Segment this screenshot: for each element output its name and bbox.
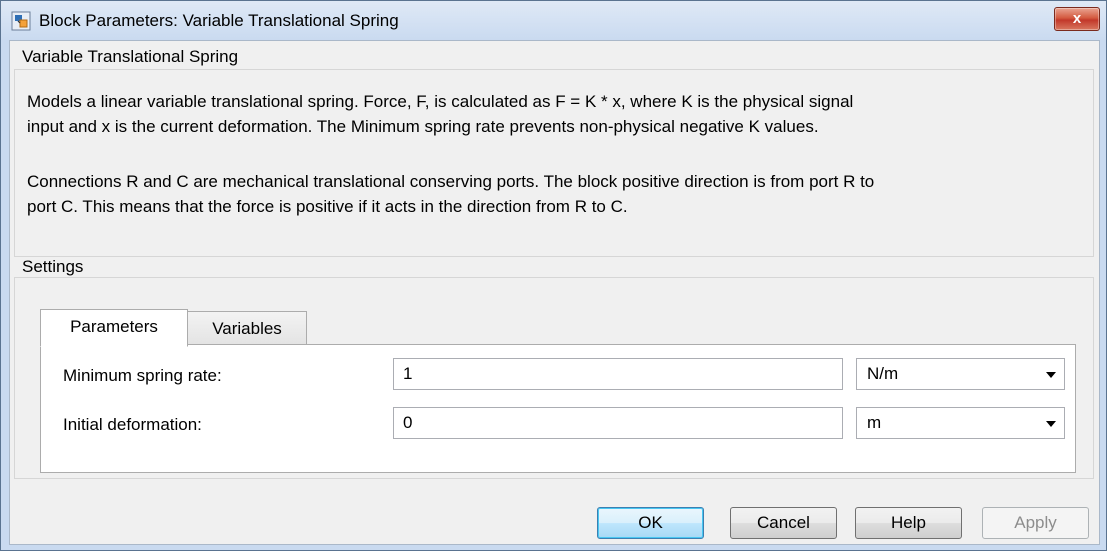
- minimum-spring-rate-unit: N/m: [867, 364, 899, 383]
- simulink-block-icon: [11, 11, 31, 31]
- initial-deformation-input[interactable]: 0: [393, 407, 843, 439]
- description-line-4: port C. This means that the force is pos…: [27, 197, 628, 216]
- minimum-spring-rate-input[interactable]: 1: [393, 358, 843, 390]
- tab-parameters-label: Parameters: [70, 317, 158, 336]
- minimum-spring-rate-unit-select[interactable]: N/m: [856, 358, 1065, 390]
- tab-variables-label: Variables: [212, 319, 282, 338]
- block-parameters-dialog: Block Parameters: Variable Translational…: [0, 0, 1107, 551]
- tab-parameters[interactable]: Parameters: [40, 309, 188, 347]
- help-button[interactable]: Help: [855, 507, 962, 539]
- apply-button[interactable]: Apply: [982, 507, 1089, 539]
- tab-variables[interactable]: Variables: [187, 311, 307, 347]
- chevron-down-icon: [1046, 372, 1056, 378]
- dialog-client-area: Variable Translational Spring Models a l…: [9, 40, 1100, 545]
- parameters-tab-panel: Minimum spring rate: 1 N/m Initial defor…: [40, 344, 1076, 473]
- chevron-down-icon: [1046, 421, 1056, 427]
- ok-button[interactable]: OK: [597, 507, 704, 539]
- initial-deformation-label: Initial deformation:: [63, 415, 202, 434]
- description-line-2: input and x is the current deformation. …: [27, 117, 819, 136]
- initial-deformation-unit: m: [867, 413, 882, 432]
- description-panel: Models a linear variable translational s…: [14, 69, 1094, 257]
- block-name-heading: Variable Translational Spring: [22, 47, 239, 66]
- close-button[interactable]: x: [1054, 7, 1100, 31]
- title-bar[interactable]: Block Parameters: Variable Translational…: [1, 1, 1106, 41]
- initial-deformation-unit-select[interactable]: m: [856, 407, 1065, 439]
- window-title: Block Parameters: Variable Translational…: [39, 11, 399, 30]
- close-icon: x: [1072, 10, 1082, 27]
- settings-heading: Settings: [22, 257, 84, 276]
- description-line-3: Connections R and C are mechanical trans…: [27, 172, 875, 191]
- minimum-spring-rate-label: Minimum spring rate:: [63, 366, 222, 385]
- settings-panel: Parameters Variables Minimum spring rate…: [14, 277, 1094, 479]
- description-line-1: Models a linear variable translational s…: [27, 92, 854, 111]
- cancel-button[interactable]: Cancel: [730, 507, 837, 539]
